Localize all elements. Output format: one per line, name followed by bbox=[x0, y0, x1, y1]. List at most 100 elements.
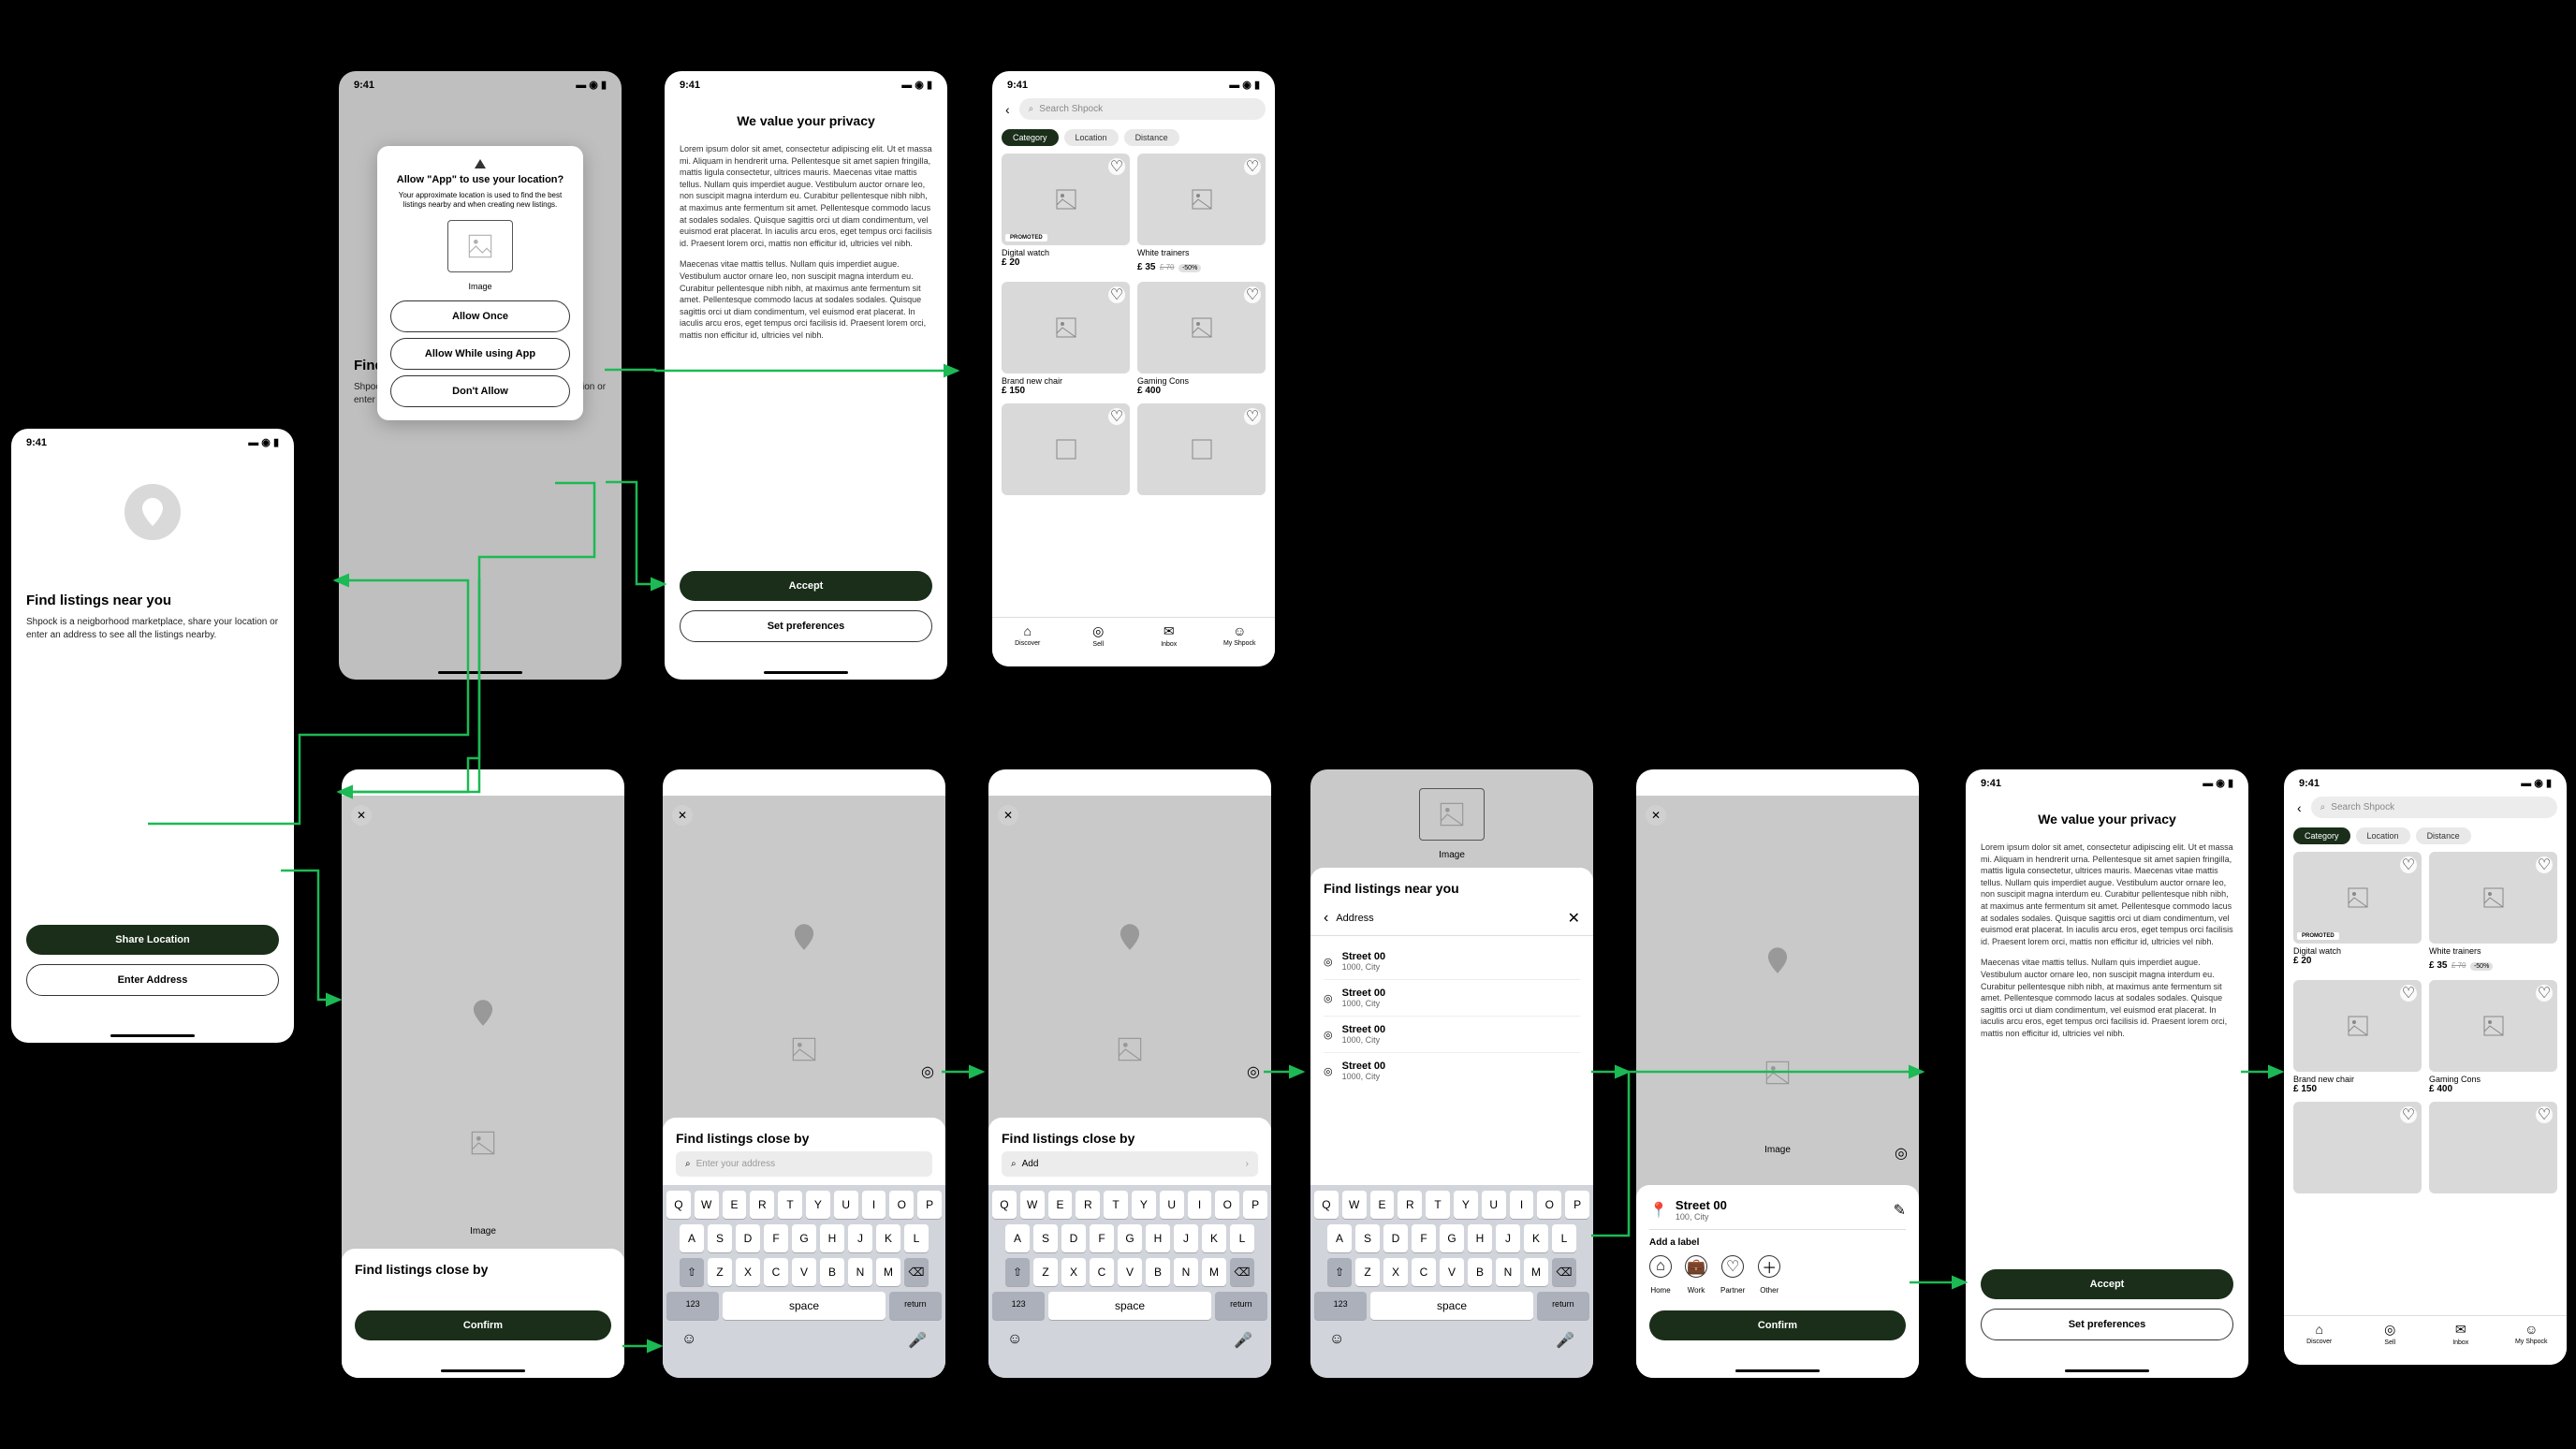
mic-button[interactable]: 🎤 bbox=[1234, 1331, 1252, 1350]
key-A[interactable]: A bbox=[1005, 1224, 1030, 1252]
allow-once-button[interactable]: Allow Once bbox=[390, 300, 570, 332]
chevron-left-icon[interactable]: ‹ bbox=[1324, 910, 1328, 927]
pill-distance[interactable]: Distance bbox=[2416, 827, 2471, 844]
favorite-button[interactable]: ♡ bbox=[2400, 985, 2417, 1002]
key-L[interactable]: L bbox=[904, 1224, 929, 1252]
tab-inbox[interactable]: ✉Inbox bbox=[2425, 1322, 2496, 1346]
backspace-key[interactable]: ⌫ bbox=[1552, 1258, 1576, 1286]
product-card[interactable]: ♡White trainers£ 35 £ 70 -50% bbox=[2429, 852, 2557, 973]
key-N[interactable]: N bbox=[1496, 1258, 1520, 1286]
backspace-key[interactable]: ⌫ bbox=[904, 1258, 929, 1286]
key-S[interactable]: S bbox=[1033, 1224, 1058, 1252]
key-F[interactable]: F bbox=[764, 1224, 788, 1252]
key-R[interactable]: R bbox=[1398, 1191, 1422, 1219]
address-option[interactable]: ◎Street 001000, City bbox=[1324, 1053, 1580, 1089]
tab-inbox[interactable]: ✉Inbox bbox=[1134, 623, 1205, 648]
key-O[interactable]: O bbox=[1537, 1191, 1561, 1219]
close-button[interactable]: ✕ bbox=[351, 805, 372, 826]
emoji-button[interactable]: ☺ bbox=[1329, 1331, 1344, 1350]
key-L[interactable]: L bbox=[1552, 1224, 1576, 1252]
key-Y[interactable]: Y bbox=[1132, 1191, 1156, 1219]
product-card[interactable]: ♡ bbox=[1137, 403, 1266, 495]
locate-me-button[interactable]: ◎ bbox=[919, 1063, 936, 1080]
key-K[interactable]: K bbox=[1524, 1224, 1548, 1252]
key-O[interactable]: O bbox=[1215, 1191, 1239, 1219]
key-C[interactable]: C bbox=[1090, 1258, 1114, 1286]
key-U[interactable]: U bbox=[1160, 1191, 1184, 1219]
confirm-button[interactable]: Confirm bbox=[1649, 1310, 1906, 1340]
product-card[interactable]: ♡Brand new chair£ 150 bbox=[2293, 980, 2422, 1094]
key-L[interactable]: L bbox=[1230, 1224, 1254, 1252]
num-key[interactable]: 123 bbox=[1314, 1292, 1367, 1320]
key-F[interactable]: F bbox=[1412, 1224, 1436, 1252]
key-S[interactable]: S bbox=[708, 1224, 732, 1252]
return-key[interactable]: return bbox=[889, 1292, 942, 1320]
backspace-key[interactable]: ⌫ bbox=[1230, 1258, 1254, 1286]
locate-me-button[interactable]: ◎ bbox=[1893, 1145, 1910, 1162]
allow-while-button[interactable]: Allow While using App bbox=[390, 338, 570, 370]
address-input[interactable]: ⌕Add› bbox=[1002, 1151, 1258, 1177]
key-T[interactable]: T bbox=[778, 1191, 802, 1219]
label-chip-other[interactable]: ＋Other bbox=[1758, 1255, 1780, 1297]
key-P[interactable]: P bbox=[917, 1191, 942, 1219]
key-D[interactable]: D bbox=[1383, 1224, 1408, 1252]
product-card[interactable]: ♡PROMOTEDDigital watch£ 20 bbox=[2293, 852, 2422, 973]
key-Y[interactable]: Y bbox=[1454, 1191, 1478, 1219]
favorite-button[interactable]: ♡ bbox=[2400, 856, 2417, 873]
key-V[interactable]: V bbox=[792, 1258, 816, 1286]
close-button[interactable]: ✕ bbox=[1646, 805, 1666, 826]
key-F[interactable]: F bbox=[1090, 1224, 1114, 1252]
key-G[interactable]: G bbox=[1118, 1224, 1142, 1252]
tab-sell[interactable]: ◎Sell bbox=[2355, 1322, 2426, 1346]
address-option[interactable]: ◎Street 001000, City bbox=[1324, 1017, 1580, 1053]
key-V[interactable]: V bbox=[1440, 1258, 1464, 1286]
label-chip-partner[interactable]: ♡Partner bbox=[1720, 1255, 1745, 1297]
tab-profile[interactable]: ☺My Shpock bbox=[1205, 623, 1276, 648]
key-X[interactable]: X bbox=[736, 1258, 760, 1286]
label-chip-work[interactable]: 💼Work bbox=[1685, 1255, 1707, 1297]
set-preferences-button[interactable]: Set preferences bbox=[680, 610, 932, 642]
favorite-button[interactable]: ♡ bbox=[1244, 286, 1261, 303]
favorite-button[interactable]: ♡ bbox=[2536, 1106, 2553, 1123]
close-button[interactable]: ✕ bbox=[998, 805, 1018, 826]
shift-key[interactable]: ⇧ bbox=[680, 1258, 704, 1286]
key-K[interactable]: K bbox=[876, 1224, 900, 1252]
key-D[interactable]: D bbox=[1061, 1224, 1086, 1252]
key-N[interactable]: N bbox=[848, 1258, 872, 1286]
key-G[interactable]: G bbox=[792, 1224, 816, 1252]
shift-key[interactable]: ⇧ bbox=[1005, 1258, 1030, 1286]
product-card[interactable]: ♡Brand new chair£ 150 bbox=[1002, 282, 1130, 396]
key-Q[interactable]: Q bbox=[666, 1191, 691, 1219]
key-E[interactable]: E bbox=[723, 1191, 747, 1219]
key-W[interactable]: W bbox=[1020, 1191, 1045, 1219]
key-Z[interactable]: Z bbox=[1033, 1258, 1058, 1286]
emoji-button[interactable]: ☺ bbox=[681, 1331, 696, 1350]
space-key[interactable]: space bbox=[1048, 1292, 1210, 1320]
tab-sell[interactable]: ◎Sell bbox=[1063, 623, 1134, 648]
key-H[interactable]: H bbox=[1468, 1224, 1492, 1252]
search-input[interactable]: ⌕Search Shpock bbox=[2311, 797, 2557, 818]
pill-category[interactable]: Category bbox=[2293, 827, 2350, 844]
key-U[interactable]: U bbox=[834, 1191, 858, 1219]
favorite-button[interactable]: ♡ bbox=[1244, 408, 1261, 425]
key-P[interactable]: P bbox=[1243, 1191, 1267, 1219]
key-X[interactable]: X bbox=[1383, 1258, 1408, 1286]
tab-discover[interactable]: ⌂Discover bbox=[992, 623, 1063, 648]
mic-button[interactable]: 🎤 bbox=[1556, 1331, 1574, 1350]
locate-me-button[interactable]: ◎ bbox=[1245, 1063, 1262, 1080]
product-card[interactable]: ♡ bbox=[2293, 1102, 2422, 1193]
mic-button[interactable]: 🎤 bbox=[908, 1331, 927, 1350]
key-U[interactable]: U bbox=[1482, 1191, 1506, 1219]
key-S[interactable]: S bbox=[1355, 1224, 1380, 1252]
back-button[interactable]: ‹ bbox=[2293, 800, 2305, 815]
key-N[interactable]: N bbox=[1174, 1258, 1198, 1286]
key-Z[interactable]: Z bbox=[1355, 1258, 1380, 1286]
key-C[interactable]: C bbox=[1412, 1258, 1436, 1286]
key-W[interactable]: W bbox=[1342, 1191, 1367, 1219]
dont-allow-button[interactable]: Don't Allow bbox=[390, 375, 570, 407]
key-Z[interactable]: Z bbox=[708, 1258, 732, 1286]
key-J[interactable]: J bbox=[1496, 1224, 1520, 1252]
address-option[interactable]: ◎Street 001000, City bbox=[1324, 944, 1580, 980]
close-button[interactable]: ✕ bbox=[672, 805, 693, 826]
enter-address-button[interactable]: Enter Address bbox=[26, 964, 279, 996]
